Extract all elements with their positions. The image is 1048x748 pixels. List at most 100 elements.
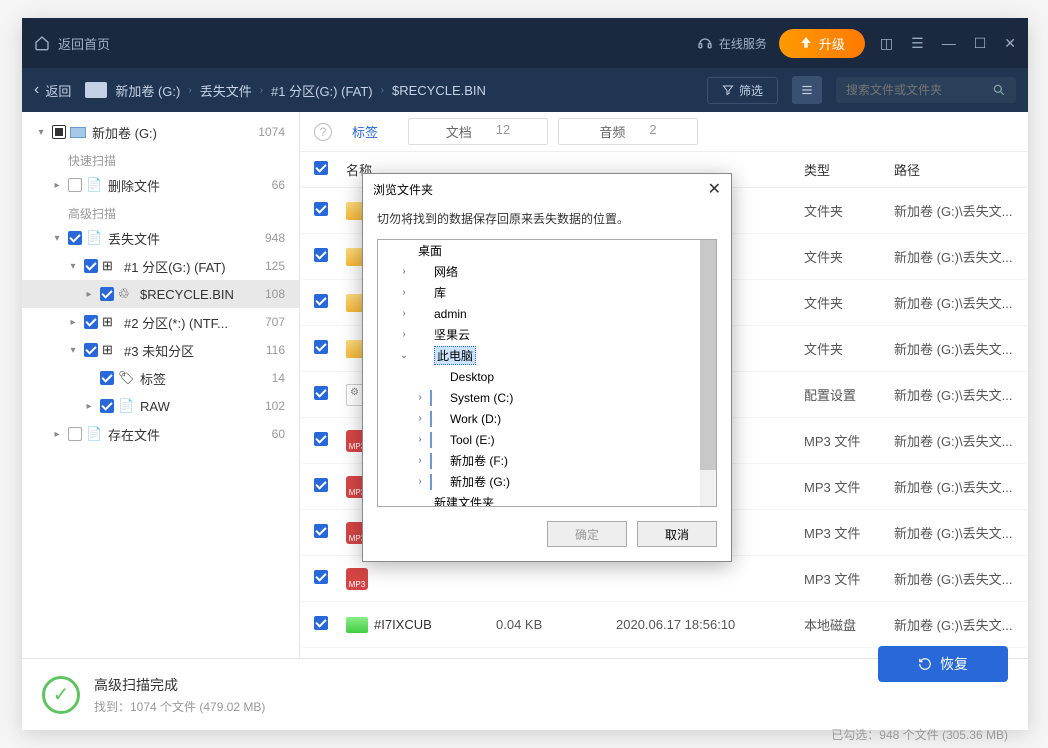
tree-raw[interactable]: ▸ 📄 RAW 102	[22, 392, 299, 420]
expand-icon[interactable]: ›	[398, 329, 410, 340]
chevron-right-icon[interactable]: ▸	[66, 317, 80, 328]
col-path[interactable]: 路径	[894, 160, 1014, 179]
success-icon: ✓	[42, 676, 80, 714]
file-type: 文件夹	[804, 201, 894, 220]
chevron-down-icon[interactable]: ▾	[34, 127, 48, 138]
expand-icon[interactable]: ⌄	[398, 350, 410, 361]
folder-tree-item[interactable]: ›库	[378, 282, 716, 303]
home-button[interactable]: 返回首页	[34, 34, 110, 53]
back-button[interactable]: ‹ 返回	[34, 81, 71, 100]
file-row[interactable]: #I7IXCUB0.04 KB2020.06.17 18:56:10本地磁盘新加…	[300, 602, 1028, 648]
select-all-checkbox[interactable]	[314, 161, 328, 175]
upgrade-button[interactable]: 升级	[779, 29, 865, 58]
chevron-down-icon[interactable]: ▾	[50, 233, 64, 244]
restore-icon	[918, 657, 932, 671]
help-icon[interactable]: ?	[314, 123, 332, 141]
folder-tree-item[interactable]: ›新加卷 (F:)	[378, 450, 716, 471]
crumb-0[interactable]: 新加卷 (G:)	[115, 81, 180, 100]
folder-label: 桌面	[418, 242, 442, 259]
expand-icon[interactable]: ›	[414, 392, 426, 403]
tab-documents[interactable]: 文档 12	[408, 118, 548, 145]
expand-icon[interactable]: ›	[398, 308, 410, 319]
tree-partition-1[interactable]: ▾ ⊞ #1 分区(G:) (FAT) 125	[22, 252, 299, 280]
checkbox[interactable]	[314, 248, 328, 262]
folder-tree-item[interactable]: ›Tool (E:)	[378, 429, 716, 450]
expand-icon[interactable]: ›	[398, 287, 410, 298]
dialog-close-button[interactable]: ✕	[708, 179, 721, 199]
list-view-button[interactable]	[792, 76, 822, 104]
tree-tags[interactable]: 🏷 标签 14	[22, 364, 299, 392]
close-icon[interactable]: ✕	[1004, 35, 1016, 52]
expand-icon[interactable]: ›	[398, 266, 410, 277]
col-type[interactable]: 类型	[804, 160, 894, 179]
ok-button[interactable]: 确定	[547, 521, 627, 547]
expand-icon[interactable]: ›	[414, 455, 426, 466]
tree-lost-files[interactable]: ▾ 📄 丢失文件 948	[22, 224, 299, 252]
cancel-button[interactable]: 取消	[637, 521, 717, 547]
tree-deleted-files[interactable]: ▸ 📄 删除文件 66	[22, 171, 299, 199]
checkbox[interactable]	[68, 178, 82, 192]
search-input[interactable]	[846, 83, 986, 97]
checkbox[interactable]	[100, 399, 114, 413]
filter-button[interactable]: 筛选	[707, 77, 778, 104]
chevron-right-icon[interactable]: ▸	[50, 429, 64, 440]
folder-tree-item[interactable]: 新建文件夹	[378, 492, 716, 507]
search-box[interactable]	[836, 77, 1016, 103]
checkbox[interactable]	[84, 315, 98, 329]
expand-icon[interactable]: ›	[414, 434, 426, 445]
checkbox[interactable]	[314, 570, 328, 584]
chevron-right-icon[interactable]: ▸	[50, 180, 64, 191]
checkbox[interactable]	[314, 294, 328, 308]
tree-partition-3[interactable]: ▾ ⊞ #3 未知分区 116	[22, 336, 299, 364]
recover-button[interactable]: 恢复	[878, 646, 1008, 682]
chevron-down-icon[interactable]: ▾	[66, 345, 80, 356]
folder-tree-item[interactable]: ›坚果云	[378, 324, 716, 345]
folder-tree-item[interactable]: ›网络	[378, 261, 716, 282]
maximize-icon[interactable]: ☐	[974, 35, 987, 52]
skin-icon[interactable]: ◫	[880, 35, 893, 52]
expand-icon[interactable]: ›	[414, 476, 426, 487]
checkbox[interactable]	[314, 386, 328, 400]
tree-root[interactable]: ▾ 新加卷 (G:) 1074	[22, 118, 299, 146]
checkbox[interactable]	[100, 371, 114, 385]
folder-tree[interactable]: 桌面 ›网络›库›admin›坚果云⌄此电脑 Desktop ›System (C:)…	[377, 239, 717, 507]
crumb-2[interactable]: #1 分区(G:) (FAT)	[271, 81, 373, 100]
checkbox[interactable]	[314, 432, 328, 446]
expand-icon[interactable]: ›	[414, 413, 426, 424]
checkbox[interactable]	[314, 340, 328, 354]
folder-tree-item[interactable]: ›新加卷 (G:)	[378, 471, 716, 492]
checkbox[interactable]	[84, 343, 98, 357]
menu-icon[interactable]: ☰	[911, 35, 924, 52]
chevron-right-icon[interactable]: ▸	[82, 289, 96, 300]
folder-tree-item[interactable]: ›admin	[378, 303, 716, 324]
file-row[interactable]: MP3MP3 文件新加卷 (G:)\丢失文...	[300, 556, 1028, 602]
online-service-button[interactable]: 在线服务	[697, 35, 767, 52]
crumb-3[interactable]: $RECYCLE.BIN	[392, 83, 486, 98]
checkbox[interactable]	[314, 478, 328, 492]
checkbox[interactable]	[84, 259, 98, 273]
tree-partition-2[interactable]: ▸ ⊞ #2 分区(*:) (NTF... 707	[22, 308, 299, 336]
folder-label: Desktop	[450, 370, 494, 384]
checkbox[interactable]	[314, 524, 328, 538]
tree-recycle-bin[interactable]: ▸ ♲ $RECYCLE.BIN 108	[22, 280, 299, 308]
folder-tree-item[interactable]: ›Work (D:)	[378, 408, 716, 429]
checkbox[interactable]	[314, 202, 328, 216]
chevron-right-icon[interactable]: ▸	[82, 401, 96, 412]
folder-tree-item[interactable]: ›System (C:)	[378, 387, 716, 408]
folder-tree-item[interactable]: Desktop	[378, 366, 716, 387]
funnel-icon	[722, 84, 734, 96]
crumb-1[interactable]: 丢失文件	[200, 81, 252, 100]
chevron-down-icon[interactable]: ▾	[66, 261, 80, 272]
checkbox[interactable]	[68, 231, 82, 245]
checkbox[interactable]	[314, 616, 328, 630]
checkbox[interactable]	[52, 125, 66, 139]
filter-label: 筛选	[739, 82, 763, 99]
folder-tree-item[interactable]: ⌄此电脑	[378, 345, 716, 366]
folder-tree-item[interactable]: 桌面	[378, 240, 716, 261]
checkbox[interactable]	[100, 287, 114, 301]
scrollbar-thumb[interactable]	[700, 240, 716, 470]
tab-audio[interactable]: 音频 2	[558, 118, 698, 145]
checkbox[interactable]	[68, 427, 82, 441]
tree-existing-files[interactable]: ▸ 📄 存在文件 60	[22, 420, 299, 448]
minimize-icon[interactable]: —	[942, 35, 956, 51]
